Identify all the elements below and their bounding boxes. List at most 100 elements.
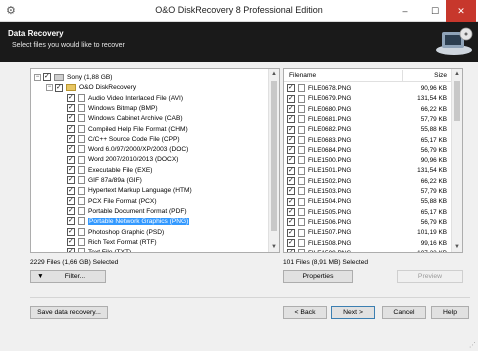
- collapse-icon[interactable]: −: [46, 84, 53, 92]
- checkbox[interactable]: [287, 207, 295, 217]
- file-type-icon: [78, 238, 85, 247]
- next-button[interactable]: Next >: [331, 306, 375, 319]
- checkbox[interactable]: [43, 72, 51, 82]
- file-row[interactable]: FILE1504.PNG 55,88 KB: [284, 197, 451, 207]
- checkbox[interactable]: [67, 216, 75, 226]
- file-row[interactable]: FILE0684.PNG 56,79 KB: [284, 145, 451, 156]
- file-row[interactable]: FILE1502.PNG 66,22 KB: [284, 176, 451, 187]
- checkbox[interactable]: [67, 186, 75, 196]
- checkbox[interactable]: [287, 228, 295, 238]
- checkbox[interactable]: [287, 104, 295, 114]
- column-size[interactable]: Size: [434, 72, 447, 79]
- checkbox[interactable]: [287, 145, 295, 155]
- checkbox[interactable]: [67, 103, 75, 113]
- checkbox[interactable]: [287, 217, 295, 227]
- checkbox[interactable]: [287, 176, 295, 186]
- tree-item-file-type[interactable]: PCX File Format (PCX): [67, 196, 157, 207]
- cancel-button[interactable]: Cancel: [382, 306, 426, 319]
- tree-item-folder[interactable]: − O&O DiskRecovery: [46, 83, 136, 93]
- checkbox[interactable]: [67, 155, 75, 165]
- checkbox[interactable]: [67, 165, 75, 175]
- file-row[interactable]: FILE0680.PNG 66,22 KB: [284, 104, 451, 115]
- resize-grip-icon[interactable]: ⋰: [469, 341, 476, 349]
- scroll-up-icon[interactable]: ▲: [452, 69, 462, 79]
- collapse-icon[interactable]: −: [34, 73, 41, 81]
- checkbox[interactable]: [67, 113, 75, 123]
- file-row[interactable]: FILE1508.PNG 99,16 KB: [284, 238, 451, 249]
- tree-item-file-type[interactable]: Rich Text Format (RTF): [67, 237, 157, 248]
- file-row[interactable]: FILE0678.PNG 90,96 KB: [284, 83, 451, 94]
- tree-item-file-type[interactable]: GIF 87a/89a (GIF): [67, 175, 142, 186]
- tree-item-file-type[interactable]: Audio Video Interlaced File (AVI): [67, 93, 183, 104]
- tree-scrollbar[interactable]: ▲ ▼: [268, 69, 279, 252]
- checkbox[interactable]: [67, 124, 75, 134]
- tree-item-file-type[interactable]: Executable File (EXE): [67, 165, 153, 176]
- scroll-down-icon[interactable]: ▼: [269, 242, 279, 252]
- tree-item-drive[interactable]: − Sony (1,88 GB): [34, 72, 112, 83]
- file-icon: [298, 125, 305, 134]
- file-size: 66,22 KB: [420, 177, 447, 185]
- file-row[interactable]: FILE1505.PNG 65,17 KB: [284, 207, 451, 218]
- checkbox[interactable]: [287, 186, 295, 196]
- checkbox[interactable]: [287, 166, 295, 176]
- file-row[interactable]: FILE1509.PNG 107,23 KB: [284, 248, 451, 252]
- checkbox[interactable]: [287, 248, 295, 252]
- tree-item-file-type[interactable]: Windows Bitmap (BMP): [67, 103, 158, 114]
- file-name: FILE1504.PNG: [308, 198, 352, 206]
- scroll-thumb[interactable]: [454, 81, 460, 121]
- checkbox[interactable]: [67, 237, 75, 247]
- checkbox[interactable]: [67, 227, 75, 237]
- tree-item-file-type[interactable]: Portable Document Format (PDF): [67, 206, 187, 217]
- file-type-tree[interactable]: − Sony (1,88 GB) − O&O DiskRecovery Audio Vi…: [30, 68, 280, 253]
- tree-item-file-type[interactable]: Word 2007/2010/2013 (DOCX): [67, 155, 178, 165]
- file-row[interactable]: FILE1507.PNG 101,19 KB: [284, 228, 451, 238]
- tree-item-file-type[interactable]: C/C++ Source Code File (CPP): [67, 134, 180, 145]
- close-button[interactable]: ✕: [446, 0, 476, 22]
- tree-item-file-type[interactable]: Portable Network Graphics (PNG): [67, 216, 190, 227]
- file-row[interactable]: FILE0681.PNG 57,79 KB: [284, 114, 451, 125]
- save-recovery-button[interactable]: Save data recovery...: [30, 306, 108, 319]
- file-list[interactable]: Filename Size FILE0678.PNG90,96 KBFILE06…: [283, 68, 463, 253]
- file-name: FILE0682.PNG: [308, 126, 352, 134]
- preview-button[interactable]: Preview: [397, 270, 463, 283]
- file-row[interactable]: FILE1503.PNG 57,79 KB: [284, 186, 451, 197]
- file-row[interactable]: FILE0679.PNG 131,54 KB: [284, 94, 451, 104]
- file-row[interactable]: FILE0682.PNG 55,88 KB: [284, 125, 451, 135]
- tree-item-file-type[interactable]: Compiled Help File Format (CHM): [67, 124, 188, 135]
- tree-item-file-type[interactable]: Word 6.0/97/2000/XP/2003 (DOC): [67, 144, 188, 155]
- tree-item-file-type[interactable]: Windows Cabinet Archive (CAB): [67, 113, 183, 124]
- checkbox[interactable]: [287, 238, 295, 248]
- checkbox[interactable]: [287, 94, 295, 104]
- checkbox[interactable]: [287, 125, 295, 135]
- tree-item-file-type[interactable]: Photoshop Graphic (PSD): [67, 227, 164, 238]
- minimize-button[interactable]: –: [390, 0, 420, 22]
- file-row[interactable]: FILE1501.PNG 131,54 KB: [284, 166, 451, 176]
- checkbox[interactable]: [67, 144, 75, 154]
- scroll-up-icon[interactable]: ▲: [269, 69, 279, 79]
- checkbox[interactable]: [287, 83, 295, 93]
- checkbox[interactable]: [287, 155, 295, 165]
- checkbox[interactable]: [55, 83, 63, 93]
- checkbox[interactable]: [287, 197, 295, 207]
- file-row[interactable]: FILE1506.PNG 56,79 KB: [284, 217, 451, 228]
- checkbox[interactable]: [67, 175, 75, 185]
- file-list-scrollbar[interactable]: ▲ ▼: [451, 69, 462, 252]
- filter-button[interactable]: ▼ Filter...: [30, 270, 106, 283]
- file-row[interactable]: FILE0683.PNG 65,17 KB: [284, 135, 451, 146]
- checkbox[interactable]: [67, 93, 75, 103]
- checkbox[interactable]: [287, 114, 295, 124]
- scroll-down-icon[interactable]: ▼: [452, 242, 462, 252]
- checkbox[interactable]: [67, 134, 75, 144]
- tree-item-file-type[interactable]: Hypertext Markup Language (HTM): [67, 186, 192, 196]
- checkbox[interactable]: [287, 135, 295, 145]
- file-row[interactable]: FILE1500.PNG 90,96 KB: [284, 155, 451, 166]
- tree-item-file-type[interactable]: Text File (TXT): [67, 247, 131, 252]
- help-button[interactable]: Help: [431, 306, 469, 319]
- checkbox[interactable]: [67, 247, 75, 252]
- back-button[interactable]: < Back: [283, 306, 327, 319]
- checkbox[interactable]: [67, 206, 75, 216]
- scroll-thumb[interactable]: [271, 81, 277, 231]
- column-filename[interactable]: Filename: [289, 72, 316, 79]
- checkbox[interactable]: [67, 196, 75, 206]
- properties-button[interactable]: Properties: [283, 270, 353, 283]
